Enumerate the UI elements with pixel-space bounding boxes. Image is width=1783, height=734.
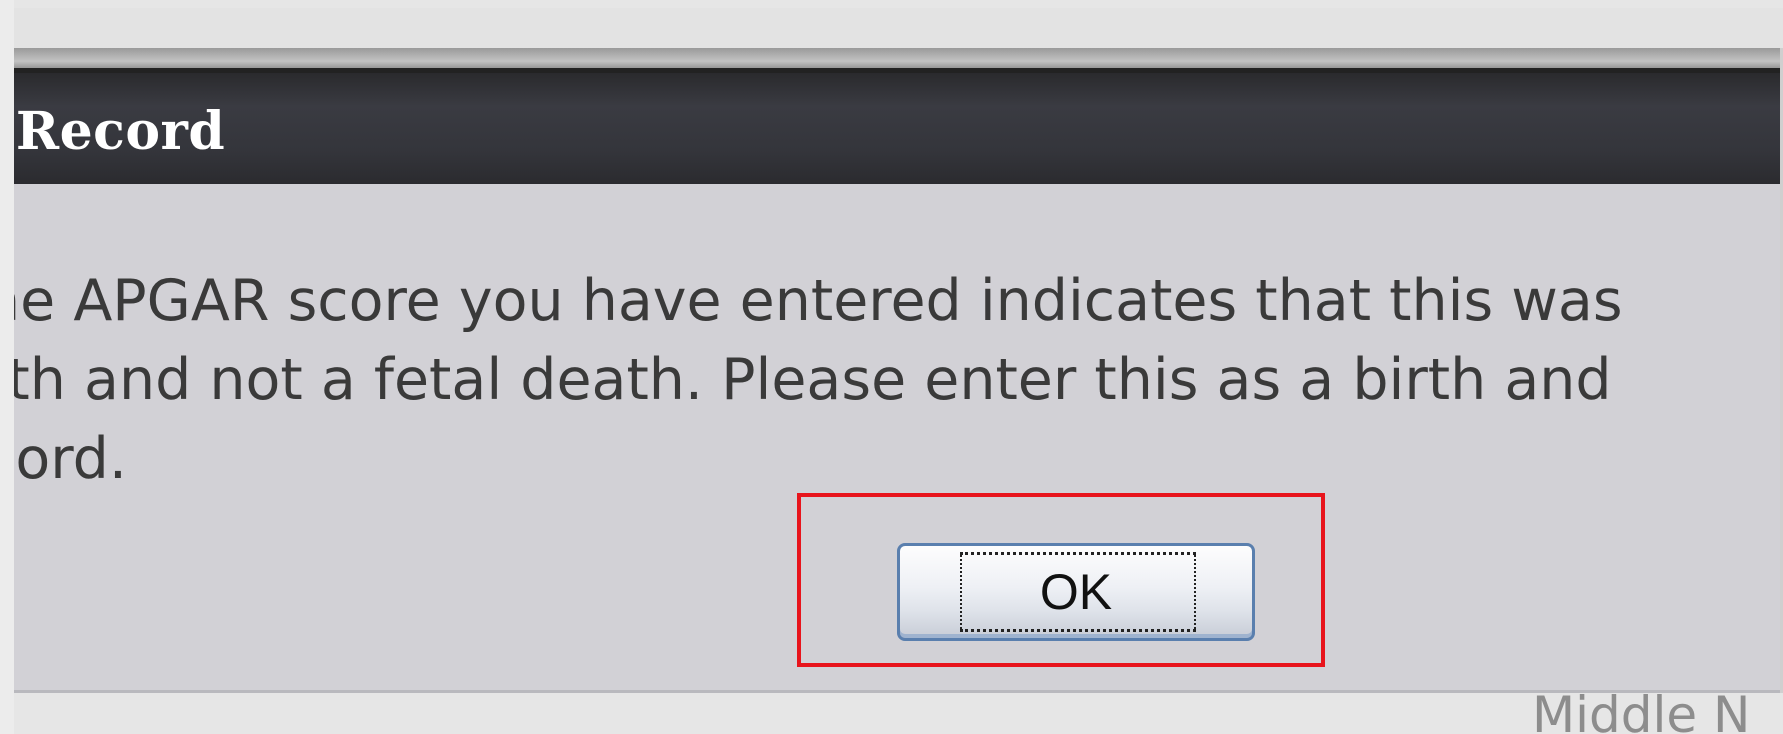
dialog-message-line-1: he APGAR score you have entered indicate… — [14, 268, 1623, 334]
dialog-title-bar[interactable]: w Record — [14, 68, 1783, 184]
background-form-area — [14, 693, 1783, 734]
middle-name-label: Middle N — [1532, 686, 1751, 734]
screenshot-frame: w Record he APGAR score you have entered… — [0, 0, 1783, 734]
dialog-message-line-2: rth and not a fetal death. Please enter … — [14, 347, 1612, 413]
window-top-strip — [14, 48, 1783, 70]
left-gutter — [0, 0, 14, 734]
top-margin — [14, 8, 1783, 50]
dialog-message-line-3: cord. — [14, 426, 127, 492]
dialog-title: w Record — [14, 101, 226, 162]
highlight-box — [797, 493, 1325, 667]
dialog-message: he APGAR score you have entered indicate… — [14, 262, 1783, 499]
